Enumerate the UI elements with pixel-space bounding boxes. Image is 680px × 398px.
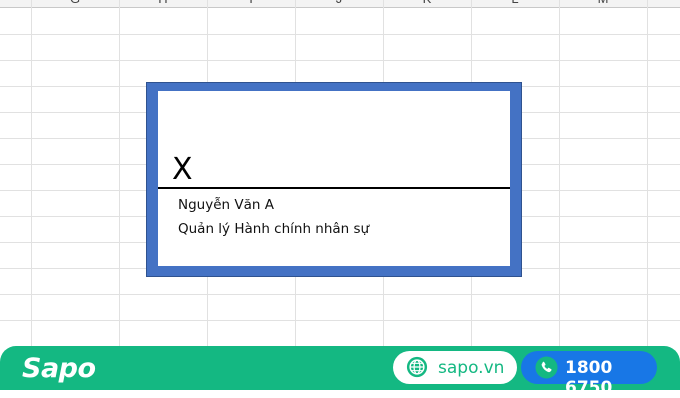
gridline	[0, 294, 680, 295]
signer-title: Quản lý Hành chính nhân sự	[178, 221, 370, 237]
column-header-l[interactable]: L	[471, 0, 559, 6]
column-header-i[interactable]: I	[207, 0, 295, 6]
gridline	[0, 34, 680, 35]
signature-line	[158, 187, 510, 189]
gridline	[0, 320, 680, 321]
website-link[interactable]: sapo.vn	[438, 358, 504, 378]
signature-line-content: X Nguyễn Văn A Quản lý Hành chính nhân s…	[158, 91, 510, 266]
signer-name: Nguyễn Văn A	[178, 197, 274, 213]
website-pill[interactable]: sapo.vn	[393, 351, 517, 384]
column-header-h[interactable]: H	[119, 0, 207, 6]
column-header-g[interactable]: G	[31, 0, 119, 6]
column-header-j[interactable]: J	[295, 0, 383, 6]
signature-x-mark: X	[172, 152, 193, 187]
phone-pill[interactable]: 1800 6750	[521, 351, 657, 398]
sapo-logo: Sapo	[22, 352, 96, 384]
phone-icon	[535, 356, 558, 379]
sapo-footer-banner: Sapo sapo.vn 1800 6750	[0, 346, 680, 398]
gridline	[0, 60, 680, 61]
globe-icon	[406, 356, 428, 378]
column-header-k[interactable]: K	[383, 0, 471, 6]
signature-line-box[interactable]: X Nguyễn Văn A Quản lý Hành chính nhân s…	[146, 82, 522, 277]
column-header-bar: G H I J K L M	[0, 0, 680, 8]
spreadsheet-grid[interactable]: G H I J K L M X Nguyễn Văn A Quản lý Hàn…	[0, 0, 680, 346]
column-header-m[interactable]: M	[559, 0, 647, 6]
hotline-number[interactable]: 1800 6750	[565, 358, 657, 398]
